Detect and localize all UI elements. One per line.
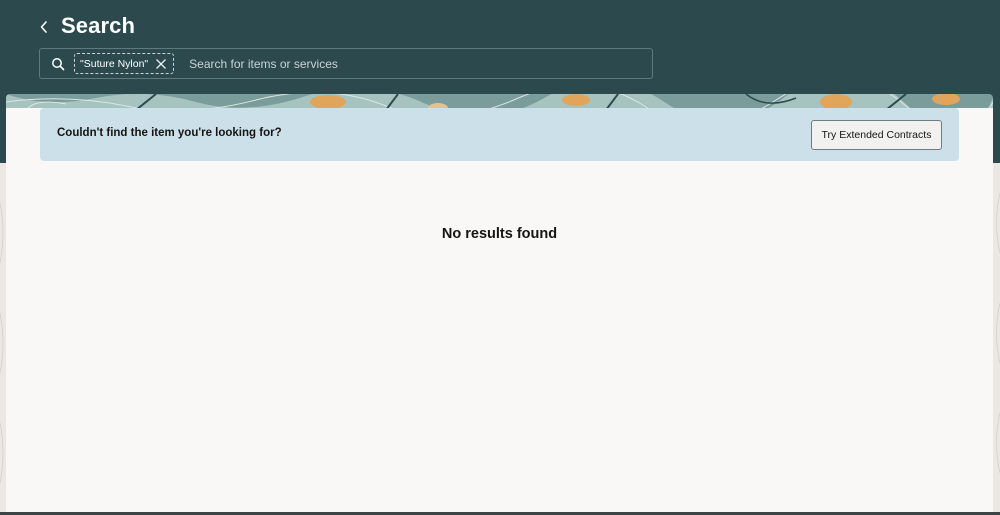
search-input[interactable] xyxy=(189,49,652,78)
page-title: Search xyxy=(61,13,135,38)
banner-message: Couldn't find the item you're looking fo… xyxy=(57,127,282,139)
search-icon xyxy=(51,57,65,71)
extended-contracts-banner: Couldn't find the item you're looking fo… xyxy=(40,108,959,161)
empty-results-message: No results found xyxy=(441,226,558,242)
chip-remove-button[interactable] xyxy=(154,57,168,71)
close-icon xyxy=(156,58,167,69)
chevron-left-icon xyxy=(40,21,47,33)
search-page: Search "Suture Nylon" Search for items o… xyxy=(0,0,1000,515)
back-button[interactable] xyxy=(34,16,54,38)
try-extended-contracts-button[interactable]: Try Extended Contracts xyxy=(811,120,942,150)
right-texture-pattern xyxy=(993,163,1000,515)
search-filter-chip[interactable]: "Suture Nylon" xyxy=(74,53,175,74)
search-chip-label: "Suture Nylon" xyxy=(80,57,149,70)
search-bar[interactable]: "Suture Nylon" xyxy=(39,48,653,79)
results-card: Couldn't find the item you're looking fo… xyxy=(6,108,993,512)
